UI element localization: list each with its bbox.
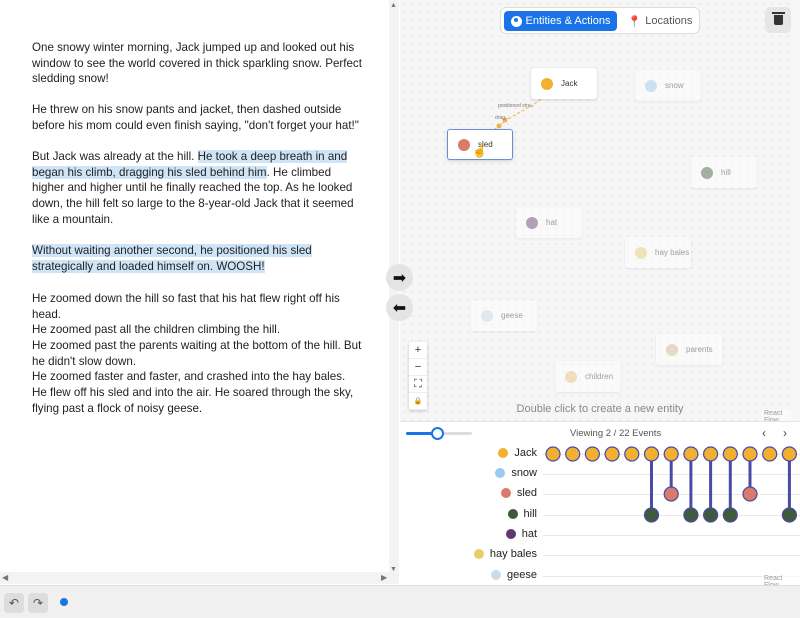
story-text[interactable]: He zoomed faster and faster, and crashed… <box>32 370 345 383</box>
story-text[interactable]: One snowy winter morning, Jack jumped up… <box>32 41 362 85</box>
story-horizontal-scrollbar[interactable]: ◀ ▶ <box>0 572 392 584</box>
edge-handle <box>496 123 502 129</box>
arrow-right-icon: ➡ <box>392 269 407 287</box>
arrow-left-icon: ⬅ <box>392 299 407 317</box>
bottom-toolbar: ↶ ↷ <box>0 585 800 618</box>
zoom-out-button[interactable]: − <box>409 359 427 376</box>
story-paragraph[interactable]: He zoomed past the parents waiting at th… <box>32 338 362 369</box>
undo-arrow-icon: ↶ <box>8 596 20 610</box>
graph-node-parents[interactable]: parents <box>656 334 722 365</box>
event-marker <box>584 446 600 462</box>
next-event-button[interactable]: ➡ <box>386 264 413 291</box>
app-window: One snowy winter morning, Jack jumped up… <box>0 0 800 618</box>
scroll-right-icon[interactable]: ▶ <box>381 573 387 582</box>
story-text-pane[interactable]: One snowy winter morning, Jack jumped up… <box>0 0 392 584</box>
story-text[interactable]: But Jack was already at the hill. <box>32 150 198 163</box>
story-text[interactable]: He zoomed past all the children climbing… <box>32 323 280 336</box>
event-marker <box>722 507 738 523</box>
graph-node-label: parents <box>686 345 713 354</box>
edge-label-positioned: positioned stra... <box>498 103 535 109</box>
graph-node-hay[interactable]: hay bales <box>625 237 691 268</box>
graph-edges: positioned stra... drag... <box>494 98 542 130</box>
graph-node-label: hill <box>721 168 731 177</box>
hill-icon <box>701 166 713 179</box>
story-text[interactable]: He zoomed down the hill so fast that his… <box>32 292 340 321</box>
timeline-events <box>545 446 797 523</box>
hand-cursor-icon: ☝ <box>472 144 487 158</box>
story-paragraph[interactable]: He zoomed past all the children climbing… <box>32 322 362 338</box>
graph-node-label: hay bales <box>655 248 690 257</box>
story-text[interactable]: He zoomed past the parents waiting at th… <box>32 339 361 368</box>
scroll-up-icon[interactable]: ▲ <box>390 2 397 9</box>
event-marker <box>742 446 758 462</box>
story-paragraph[interactable]: One snowy winter morning, Jack jumped up… <box>32 40 362 87</box>
event-marker <box>742 486 758 502</box>
graph-node-label: Jack <box>561 79 578 88</box>
event-marker <box>663 486 679 502</box>
story-paragraph[interactable]: He zoomed down the hill so fast that his… <box>32 291 362 322</box>
graph-node-hill[interactable]: hill <box>691 157 757 188</box>
event-marker <box>643 507 660 523</box>
snow-icon <box>645 79 657 92</box>
graph-node-sled[interactable]: sled ☝ <box>447 129 513 160</box>
graph-node-label: hat <box>546 218 558 227</box>
event-timeline[interactable]: Viewing 2 / 22 Events ‹ › Jack snow sled hi… <box>400 421 800 585</box>
fit-view-button[interactable]: ⛶ <box>409 376 427 393</box>
event-marker <box>683 507 699 523</box>
undo-button[interactable]: ↶ <box>4 593 24 613</box>
hat-icon <box>526 216 538 229</box>
event-marker <box>604 446 620 462</box>
event-marker <box>624 446 640 462</box>
story-paragraph[interactable]: Without waiting another second, he posit… <box>32 243 362 274</box>
event-marker <box>683 446 699 462</box>
graph-scrollbar[interactable] <box>791 0 800 421</box>
sled-icon <box>458 138 470 151</box>
event-marker <box>703 507 719 523</box>
highlighted-text[interactable]: Without waiting another second, he posit… <box>32 244 312 273</box>
event-marker <box>781 446 797 462</box>
event-marker <box>722 446 738 462</box>
graph-node-jack[interactable]: Jack <box>531 68 597 99</box>
story-paragraph[interactable]: He flew off his sled and into the air. H… <box>32 385 362 416</box>
edge-label-drag: drag... <box>495 115 509 121</box>
jack-icon <box>541 77 553 90</box>
previous-event-button[interactable]: ⬅ <box>386 294 413 321</box>
event-marker <box>703 446 719 462</box>
event-marker <box>781 507 797 523</box>
parents-icon <box>666 343 678 356</box>
hay-icon <box>635 246 647 259</box>
children-icon <box>565 370 577 383</box>
graph-node-label: children <box>585 372 614 381</box>
event-marker <box>545 446 561 462</box>
redo-arrow-icon: ↷ <box>32 596 44 610</box>
entity-graph-canvas[interactable]: Entities & Actions 📍 Locations positione… <box>400 0 800 421</box>
zoom-in-button[interactable]: + <box>409 342 427 359</box>
graph-node-snow[interactable]: snow <box>635 70 701 101</box>
graph-node-label: geese <box>501 311 523 320</box>
graph-node-label: snow <box>665 81 684 90</box>
story-text[interactable]: He threw on his snow pants and jacket, t… <box>32 103 359 132</box>
story-paragraph[interactable]: He threw on his snow pants and jacket, t… <box>32 102 362 133</box>
event-marker <box>762 446 778 462</box>
timeline-attribution[interactable]: React Flow <box>762 575 800 585</box>
story-paragraph[interactable]: He zoomed faster and faster, and crashed… <box>32 369 362 385</box>
story-text[interactable]: He flew off his sled and into the air. H… <box>32 386 353 415</box>
story-paragraph[interactable]: But Jack was already at the hill. He too… <box>32 149 362 228</box>
graph-node-geese[interactable]: geese <box>471 300 537 331</box>
graph-node-children[interactable]: children <box>555 361 621 392</box>
event-marker <box>663 446 679 462</box>
geese-icon <box>481 309 493 322</box>
event-marker <box>565 446 581 462</box>
event-marker <box>643 446 660 462</box>
scroll-left-icon[interactable]: ◀ <box>2 573 8 582</box>
story-vertical-scrollbar[interactable]: ▲ ▼ <box>389 0 399 584</box>
redo-button[interactable]: ↷ <box>28 593 48 613</box>
status-indicator <box>60 598 68 606</box>
graph-node-hat[interactable]: hat <box>516 207 582 238</box>
graph-hint: Double click to create a new entity <box>516 403 684 415</box>
graph-controls: + − ⛶ 🔒 <box>409 342 427 410</box>
